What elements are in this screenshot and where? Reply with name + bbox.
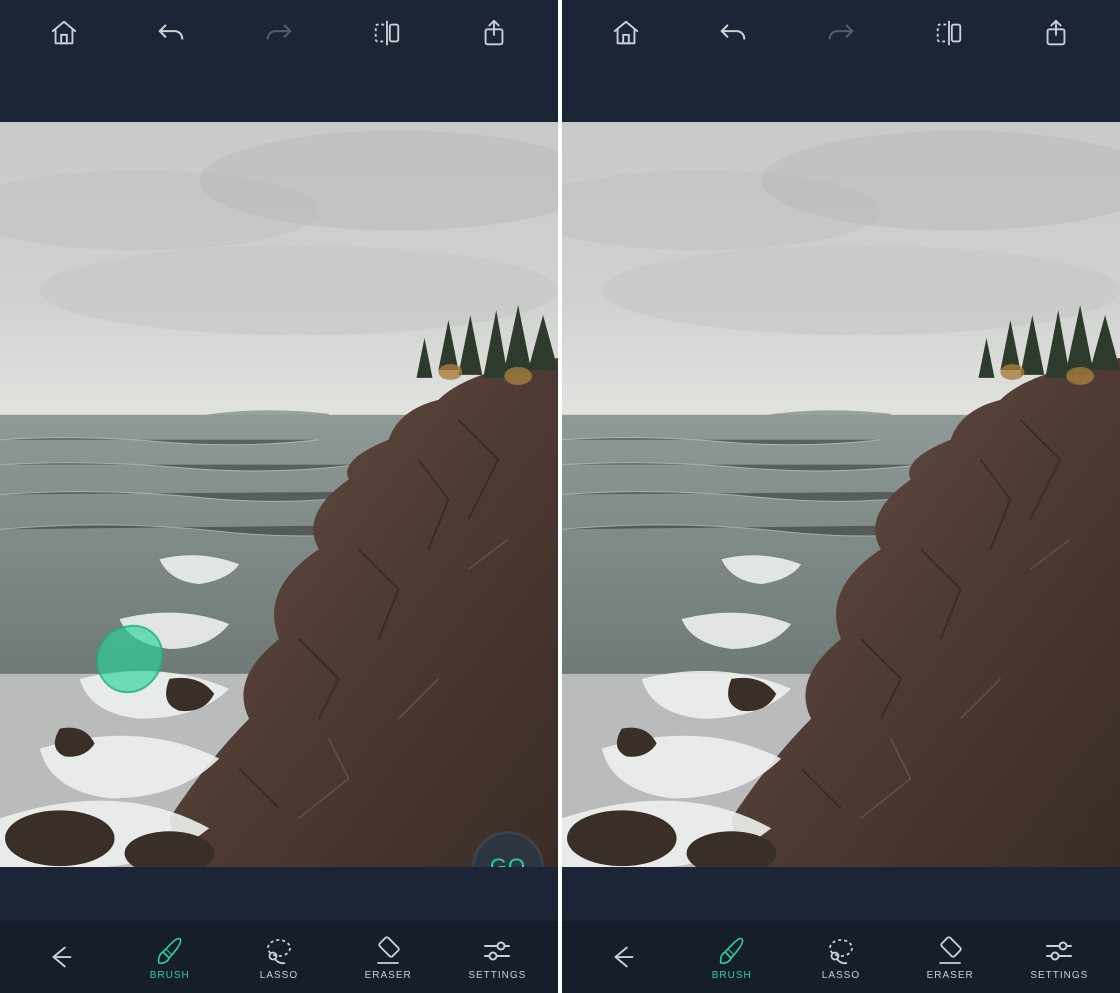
photo	[562, 122, 1120, 867]
tool-eraser-label: ERASER	[365, 970, 412, 981]
tool-settings[interactable]: SETTINGS	[1029, 934, 1089, 981]
tool-eraser[interactable]: ERASER	[920, 934, 980, 981]
home-button[interactable]	[602, 9, 650, 57]
eraser-icon	[934, 935, 966, 967]
go-button-label: GO	[490, 854, 526, 867]
back-button[interactable]	[31, 942, 91, 972]
back-arrow-icon	[46, 942, 76, 972]
compare-icon	[372, 18, 402, 48]
tool-brush[interactable]: BRUSH	[140, 934, 200, 981]
image-canvas[interactable]	[562, 122, 1120, 867]
top-toolbar	[0, 0, 558, 66]
brush-icon	[154, 935, 186, 967]
tool-brush[interactable]: BRUSH	[702, 934, 762, 981]
undo-button[interactable]	[147, 9, 195, 57]
tool-brush-label: BRUSH	[712, 970, 752, 981]
tool-lasso-label: LASSO	[260, 970, 298, 981]
lasso-icon	[263, 935, 295, 967]
back-arrow-icon	[608, 942, 638, 972]
share-icon	[479, 18, 509, 48]
lasso-icon	[825, 935, 857, 967]
tool-brush-label: BRUSH	[150, 970, 190, 981]
header-gap	[0, 66, 558, 122]
share-button[interactable]	[1032, 9, 1080, 57]
compare-icon	[934, 18, 964, 48]
tool-settings[interactable]: SETTINGS	[467, 934, 527, 981]
brush-icon	[716, 935, 748, 967]
tool-settings-label: SETTINGS	[1030, 970, 1088, 981]
compare-button[interactable]	[925, 9, 973, 57]
redo-button[interactable]	[817, 9, 865, 57]
tool-lasso-label: LASSO	[822, 970, 860, 981]
pane-left: GO BRUSH LASSO ERASER SETTINGS	[0, 0, 558, 993]
home-icon	[611, 18, 641, 48]
tool-eraser[interactable]: ERASER	[358, 934, 418, 981]
image-canvas[interactable]: GO	[0, 122, 558, 867]
redo-button[interactable]	[255, 9, 303, 57]
redo-icon	[264, 18, 294, 48]
footer-gap	[0, 867, 558, 921]
tool-lasso[interactable]: LASSO	[811, 934, 871, 981]
share-icon	[1041, 18, 1071, 48]
settings-icon	[481, 935, 513, 967]
tool-settings-label: SETTINGS	[468, 970, 526, 981]
undo-icon	[718, 18, 748, 48]
bottom-toolbar: BRUSH LASSO ERASER SETTINGS	[0, 921, 558, 993]
settings-icon	[1043, 935, 1075, 967]
eraser-icon	[372, 935, 404, 967]
bottom-toolbar: BRUSH LASSO ERASER SETTINGS	[562, 921, 1120, 993]
back-button[interactable]	[593, 942, 653, 972]
home-icon	[49, 18, 79, 48]
tool-eraser-label: ERASER	[927, 970, 974, 981]
top-toolbar	[562, 0, 1120, 66]
share-button[interactable]	[470, 9, 518, 57]
photo	[0, 122, 558, 867]
redo-icon	[826, 18, 856, 48]
footer-gap	[562, 867, 1120, 921]
undo-button[interactable]	[709, 9, 757, 57]
compare-button[interactable]	[363, 9, 411, 57]
undo-icon	[156, 18, 186, 48]
tool-lasso[interactable]: LASSO	[249, 934, 309, 981]
screenshot-comparison: GO BRUSH LASSO ERASER SETTINGS	[0, 0, 1120, 993]
home-button[interactable]	[40, 9, 88, 57]
pane-right: BRUSH LASSO ERASER SETTINGS	[562, 0, 1120, 993]
header-gap	[562, 66, 1120, 122]
